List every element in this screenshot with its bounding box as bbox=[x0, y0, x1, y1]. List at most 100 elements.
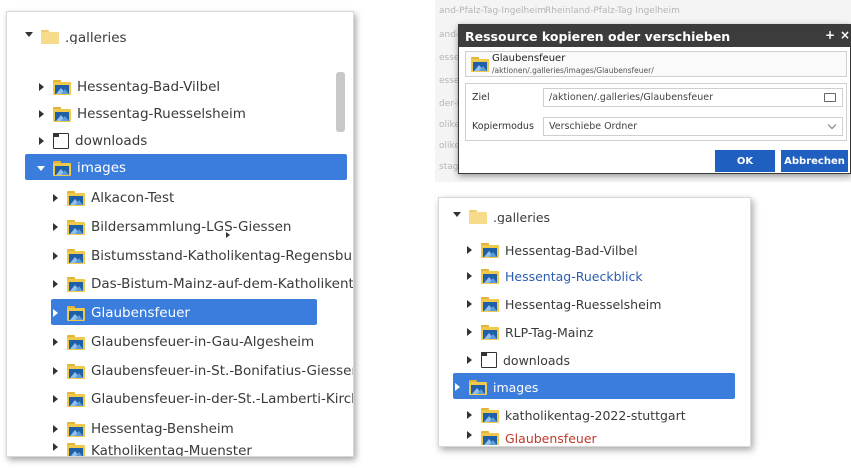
expand-right-icon[interactable] bbox=[37, 110, 45, 118]
expand-down-icon[interactable] bbox=[37, 164, 45, 172]
resource-name: Glaubensfeuer bbox=[492, 53, 566, 64]
expand-down-icon[interactable] bbox=[25, 30, 33, 38]
tree-item[interactable]: Hessentag-Rueckblick bbox=[465, 264, 750, 288]
tree-item-label: downloads bbox=[503, 352, 570, 368]
tree-item-label: Hessentag-Ruesselsheim bbox=[505, 296, 662, 312]
tree-item[interactable]: images bbox=[37, 156, 353, 180]
expand-right-icon[interactable] bbox=[51, 309, 59, 317]
tree-item-label: downloads bbox=[75, 133, 148, 149]
tree-item[interactable]: downloads bbox=[37, 129, 353, 153]
tree-item-label: Hessentag-Bensheim bbox=[91, 421, 234, 437]
image-folder-icon bbox=[67, 421, 85, 437]
expand-right-icon[interactable] bbox=[465, 272, 473, 280]
expand-right-icon[interactable] bbox=[51, 194, 59, 202]
expand-right-icon[interactable] bbox=[51, 338, 59, 346]
tree-item[interactable]: downloads bbox=[465, 348, 750, 372]
mode-select[interactable]: Verschiebe Ordner bbox=[543, 117, 843, 136]
tree-item[interactable]: Bistumsstand-Katholikentag-Regensburg bbox=[51, 244, 354, 268]
expand-right-icon[interactable] bbox=[51, 280, 59, 288]
image-folder-icon bbox=[67, 276, 85, 292]
expand-right-icon[interactable] bbox=[37, 137, 45, 145]
resource-info: Glaubensfeuer /aktionen/.galleries/image… bbox=[465, 51, 847, 77]
tree-item[interactable]: katholikentag-2022-stuttgart bbox=[465, 403, 750, 427]
expand-down-icon[interactable] bbox=[453, 210, 461, 218]
tree-item[interactable]: Hessentag-Bad-Vilbel bbox=[37, 75, 353, 99]
expand-right-icon[interactable] bbox=[37, 83, 45, 91]
bg-text: esse bbox=[439, 76, 460, 86]
expand-right-icon[interactable] bbox=[51, 425, 59, 433]
ok-button[interactable]: OK bbox=[715, 150, 775, 172]
tree-item-label: Glaubensfeuer bbox=[505, 431, 597, 445]
tree-item[interactable]: Glaubensfeuer-in-St.-Bonifatius-Giessen bbox=[51, 359, 354, 383]
tree-item[interactable]: images bbox=[453, 375, 749, 399]
tree-item-label: RLP-Tag-Mainz bbox=[505, 324, 594, 340]
expand-right-icon[interactable] bbox=[465, 328, 473, 336]
folder-icon bbox=[41, 30, 59, 44]
tree-item[interactable]: .galleries bbox=[25, 30, 353, 44]
tree-item-label: Bistumsstand-Katholikentag-Regensburg bbox=[91, 248, 354, 264]
tree-item-label: Hessentag-Rueckblick bbox=[505, 268, 643, 284]
dialog-titlebar: Ressource kopieren oder verschieben + × bbox=[459, 25, 850, 47]
tree-item[interactable]: Glaubensfeuer-in-der-St.-Lamberti-Kirche bbox=[51, 387, 354, 411]
cancel-button[interactable]: Abbrechen bbox=[781, 150, 848, 172]
expand-right-icon[interactable] bbox=[465, 246, 473, 254]
dialog-form: Ziel /aktionen/.galleries/Glaubensfeuer … bbox=[465, 83, 847, 141]
expand-right-icon[interactable] bbox=[51, 395, 59, 403]
left-folder-tree: .galleries Hessentag-Bad-Vilbel Hessentag-… bbox=[6, 11, 354, 457]
tree-item-label: Hessentag-Ruesselsheim bbox=[77, 106, 246, 122]
tree-item[interactable]: Hessentag-Bensheim bbox=[51, 417, 353, 441]
mode-label: Kopiermodus bbox=[472, 121, 534, 132]
folder-icon bbox=[469, 210, 487, 224]
image-folder-icon bbox=[471, 57, 489, 72]
image-folder-icon bbox=[67, 305, 85, 321]
expand-right-icon[interactable] bbox=[51, 367, 59, 375]
tree-item[interactable]: RLP-Tag-Mainz bbox=[465, 320, 750, 344]
tree-item[interactable]: Hessentag-Ruesselsheim bbox=[465, 292, 750, 316]
expand-right-icon[interactable] bbox=[465, 411, 473, 419]
mode-value: Verschiebe Ordner bbox=[549, 121, 638, 132]
tree-item[interactable]: .galleries bbox=[453, 210, 749, 224]
expand-right-icon[interactable] bbox=[465, 300, 473, 308]
tree-item[interactable]: Glaubensfeuer-in-Gau-Algesheim bbox=[51, 330, 353, 354]
close-icon[interactable]: × bbox=[840, 28, 850, 42]
tree-item-label: Bildersammlung-LGS-Giessen bbox=[91, 219, 292, 235]
bg-text: esse bbox=[439, 53, 460, 63]
image-folder-icon bbox=[481, 296, 499, 312]
tree-item-label: Hessentag-Bad-Vilbel bbox=[77, 79, 221, 95]
image-folder-icon bbox=[481, 268, 499, 284]
image-folder-icon bbox=[67, 248, 85, 264]
tree-item[interactable]: Hessentag-Bad-Vilbel bbox=[465, 238, 750, 262]
expand-right-icon[interactable] bbox=[51, 223, 59, 231]
image-folder-icon bbox=[53, 106, 71, 122]
expand-right-icon[interactable] bbox=[51, 443, 59, 451]
image-folder-icon bbox=[53, 160, 71, 176]
plus-icon[interactable]: + bbox=[825, 28, 835, 42]
tree-item[interactable]: Glaubensfeuer bbox=[465, 431, 750, 445]
expand-right-icon[interactable] bbox=[453, 383, 461, 391]
tree-item[interactable]: Glaubensfeuer bbox=[51, 301, 353, 325]
tree-item-label: Hessentag-Bad-Vilbel bbox=[505, 242, 638, 258]
tree-item-label: Glaubensfeuer-in-der-St.-Lamberti-Kirche bbox=[91, 391, 354, 407]
expand-right-icon[interactable] bbox=[51, 252, 59, 260]
tree-item[interactable]: Das-Bistum-Mainz-auf-dem-Katholikenta; bbox=[51, 272, 354, 296]
expand-right-icon[interactable] bbox=[465, 431, 473, 439]
target-field[interactable]: /aktionen/.galleries/Glaubensfeuer bbox=[543, 88, 843, 107]
expand-right-icon[interactable] bbox=[465, 356, 473, 364]
image-folder-icon bbox=[481, 431, 499, 445]
screenshot-root: .galleries Hessentag-Bad-Vilbel Hessentag-… bbox=[0, 0, 851, 468]
tree-item-label: Glaubensfeuer-in-St.-Bonifatius-Giessen bbox=[91, 363, 354, 379]
tree-item-label: Glaubensfeuer bbox=[91, 305, 190, 321]
resource-path: /aktionen/.galleries/images/Glaubensfeue… bbox=[492, 66, 654, 75]
tree-item[interactable]: Alkacon-Test bbox=[51, 186, 353, 210]
folder-browse-icon[interactable] bbox=[824, 93, 836, 102]
download-folder-icon bbox=[481, 352, 497, 368]
tree-item[interactable]: Bildersammlung-LGS-Giessen bbox=[51, 215, 353, 239]
tree-scrollbar[interactable] bbox=[336, 72, 345, 132]
tree-item-label: Das-Bistum-Mainz-auf-dem-Katholikenta; bbox=[91, 276, 354, 292]
image-folder-icon bbox=[67, 219, 85, 235]
image-folder-icon bbox=[481, 324, 499, 340]
result-folder-tree: .galleries Hessentag-Bad-Vilbel Hessentag-… bbox=[438, 197, 751, 447]
tree-item[interactable]: Hessentag-Ruesselsheim bbox=[37, 102, 353, 126]
tree-item[interactable]: Katholikentag-Muenster bbox=[51, 443, 353, 456]
image-folder-icon bbox=[67, 334, 85, 350]
